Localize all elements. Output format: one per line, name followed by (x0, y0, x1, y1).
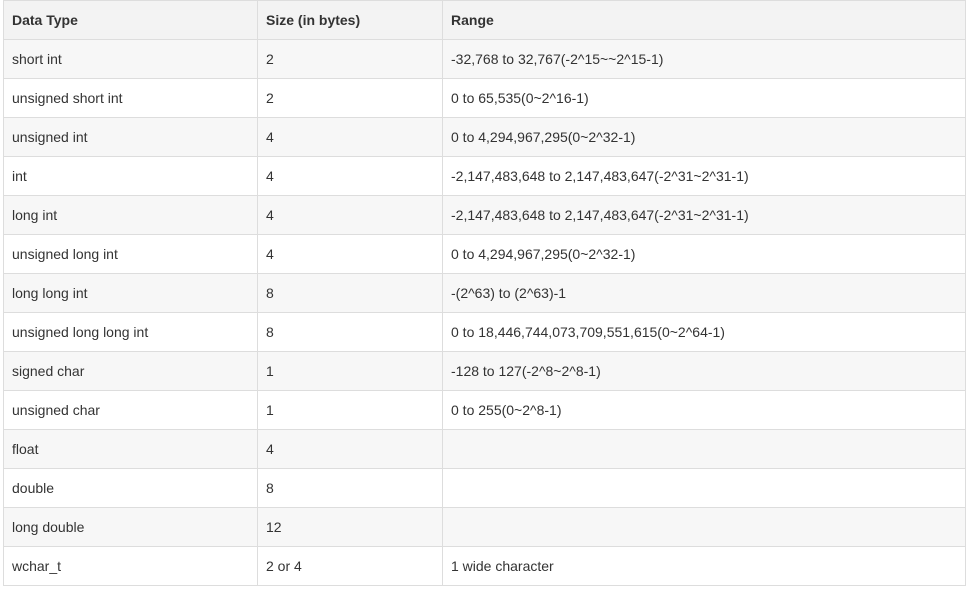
cell-data-type: long long int (3, 273, 258, 313)
cell-data-type: unsigned long long int (3, 312, 258, 352)
data-types-table: Data Type Size (in bytes) Range short in… (3, 0, 966, 586)
table-row: wchar_t 2 or 4 1 wide character (3, 546, 966, 586)
cell-data-type: unsigned char (3, 390, 258, 430)
header-data-type: Data Type (3, 0, 258, 40)
cell-data-type: double (3, 468, 258, 508)
table-row: double 8 (3, 468, 966, 508)
cell-size: 4 (257, 117, 443, 157)
cell-range: 0 to 65,535(0~2^16-1) (442, 78, 966, 118)
table-row: unsigned long int 4 0 to 4,294,967,295(0… (3, 234, 966, 274)
header-range: Range (442, 0, 966, 40)
cell-size: 2 or 4 (257, 546, 443, 586)
cell-range: -32,768 to 32,767(-2^15~~2^15-1) (442, 39, 966, 79)
cell-size: 4 (257, 156, 443, 196)
table-row: signed char 1 -128 to 127(-2^8~2^8-1) (3, 351, 966, 391)
cell-size: 1 (257, 351, 443, 391)
table-row: long int 4 -2,147,483,648 to 2,147,483,6… (3, 195, 966, 235)
table-header-row: Data Type Size (in bytes) Range (3, 0, 966, 40)
cell-size: 8 (257, 312, 443, 352)
data-types-table-container: Data Type Size (in bytes) Range short in… (3, 0, 966, 586)
table-row: unsigned long long int 8 0 to 18,446,744… (3, 312, 966, 352)
cell-data-type: int (3, 156, 258, 196)
cell-range: 0 to 18,446,744,073,709,551,615(0~2^64-1… (442, 312, 966, 352)
table-row: int 4 -2,147,483,648 to 2,147,483,647(-2… (3, 156, 966, 196)
table-row: unsigned int 4 0 to 4,294,967,295(0~2^32… (3, 117, 966, 157)
cell-range: -128 to 127(-2^8~2^8-1) (442, 351, 966, 391)
cell-data-type: wchar_t (3, 546, 258, 586)
cell-size: 12 (257, 507, 443, 547)
table-row: float 4 (3, 429, 966, 469)
cell-size: 2 (257, 39, 443, 79)
cell-range (442, 507, 966, 547)
cell-size: 2 (257, 78, 443, 118)
cell-data-type: long int (3, 195, 258, 235)
cell-range: -(2^63) to (2^63)-1 (442, 273, 966, 313)
cell-data-type: unsigned short int (3, 78, 258, 118)
cell-data-type: long double (3, 507, 258, 547)
cell-range: 0 to 4,294,967,295(0~2^32-1) (442, 117, 966, 157)
cell-range (442, 468, 966, 508)
cell-range: -2,147,483,648 to 2,147,483,647(-2^31~2^… (442, 195, 966, 235)
cell-data-type: unsigned int (3, 117, 258, 157)
cell-size: 8 (257, 468, 443, 508)
table-row: long double 12 (3, 507, 966, 547)
cell-size: 1 (257, 390, 443, 430)
cell-range: 0 to 255(0~2^8-1) (442, 390, 966, 430)
cell-data-type: short int (3, 39, 258, 79)
cell-range (442, 429, 966, 469)
table-row: unsigned short int 2 0 to 65,535(0~2^16-… (3, 78, 966, 118)
cell-data-type: float (3, 429, 258, 469)
table-row: long long int 8 -(2^63) to (2^63)-1 (3, 273, 966, 313)
cell-range: 1 wide character (442, 546, 966, 586)
cell-data-type: unsigned long int (3, 234, 258, 274)
table-row: short int 2 -32,768 to 32,767(-2^15~~2^1… (3, 39, 966, 79)
cell-data-type: signed char (3, 351, 258, 391)
table-row: unsigned char 1 0 to 255(0~2^8-1) (3, 390, 966, 430)
header-size: Size (in bytes) (257, 0, 443, 40)
cell-size: 4 (257, 195, 443, 235)
cell-size: 4 (257, 234, 443, 274)
cell-range: 0 to 4,294,967,295(0~2^32-1) (442, 234, 966, 274)
cell-range: -2,147,483,648 to 2,147,483,647(-2^31~2^… (442, 156, 966, 196)
cell-size: 8 (257, 273, 443, 313)
cell-size: 4 (257, 429, 443, 469)
